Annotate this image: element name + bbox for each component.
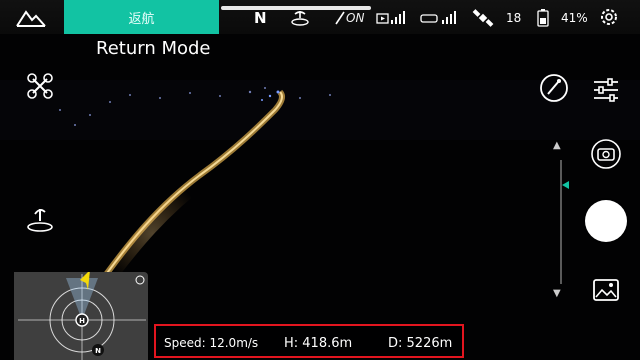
page-title: Return Mode [96, 38, 211, 59]
video-signal-indicator [376, 8, 408, 28]
satellite-icon [472, 8, 494, 28]
svg-text:H: H [79, 317, 85, 325]
settings-button[interactable] [598, 6, 620, 32]
obstacle-avoidance-icon [335, 11, 345, 25]
heading-indicator: N [254, 9, 267, 27]
distance-readout: D: 5226m [388, 336, 453, 351]
chevron-down-icon[interactable]: ▼ [553, 288, 561, 299]
return-home-icon [27, 209, 53, 232]
rc-signal-indicator [420, 8, 460, 28]
gallery-icon [593, 279, 619, 301]
map-settings-icon[interactable] [135, 275, 145, 285]
flight-mode-indicator[interactable]: 返航 [64, 0, 219, 34]
remote-controller-signal-icon [420, 11, 456, 24]
vision-status-text: ON [346, 11, 365, 25]
speed-readout: Speed: 12.0m/s [164, 336, 259, 350]
parameters-button[interactable] [586, 70, 626, 110]
camera-settings-icon [540, 74, 568, 102]
telemetry-panel: Speed: 12.0m/s H: 418.6m D: 5226m [154, 324, 464, 358]
battery-percentage: 41% [561, 11, 588, 25]
flight-mode-label: 返航 [128, 11, 155, 27]
height-readout: H: 418.6m [284, 336, 353, 351]
chevron-up-icon[interactable]: ▲ [553, 140, 561, 151]
battery-icon [537, 8, 549, 28]
return-home-button[interactable] [20, 198, 60, 238]
home-icon [16, 10, 46, 27]
drone-icon [27, 73, 53, 99]
sliders-icon [594, 78, 618, 102]
map-north-label: N [95, 347, 101, 355]
video-signal-icon [376, 11, 405, 24]
gimbal-slider-track[interactable] [560, 160, 562, 284]
landing-gear-icon[interactable] [290, 8, 310, 28]
mini-map[interactable]: H N [14, 272, 148, 360]
switch-camera-button[interactable] [586, 134, 626, 174]
gallery-button[interactable] [586, 270, 626, 310]
switch-camera-icon [591, 139, 621, 169]
gimbal-slider-thumb[interactable] [562, 181, 569, 189]
gps-satellite-count: 18 [506, 11, 522, 25]
camera-settings-button[interactable] [534, 68, 574, 108]
shutter-button[interactable] [585, 200, 627, 242]
obstacle-avoidance-status[interactable]: ON [334, 8, 364, 28]
home-button[interactable] [14, 6, 48, 30]
aircraft-status-button[interactable] [20, 66, 60, 106]
gear-icon [601, 9, 617, 25]
